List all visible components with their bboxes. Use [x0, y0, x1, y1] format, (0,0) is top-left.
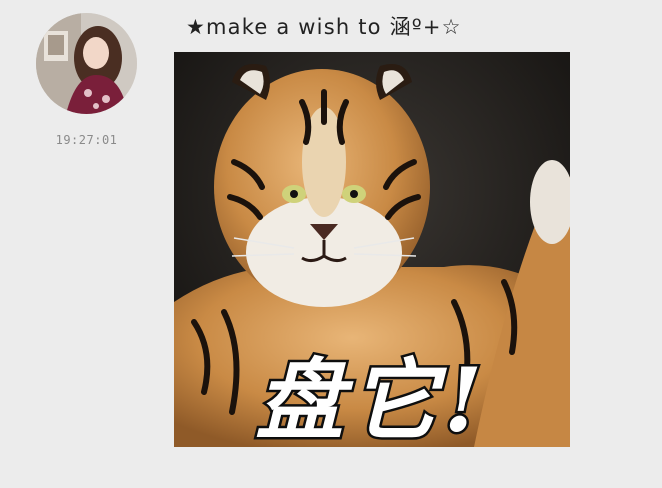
avatar[interactable] — [36, 13, 137, 114]
sticker-image[interactable]: 盘它! — [174, 52, 570, 447]
sender-name: ★make a wish to 涵º+☆ — [186, 15, 462, 39]
sticker-caption-text: 盘它! — [253, 346, 489, 448]
message-timestamp: 19:27:01 — [55, 133, 118, 147]
user-avatar-photo-icon — [36, 13, 137, 114]
